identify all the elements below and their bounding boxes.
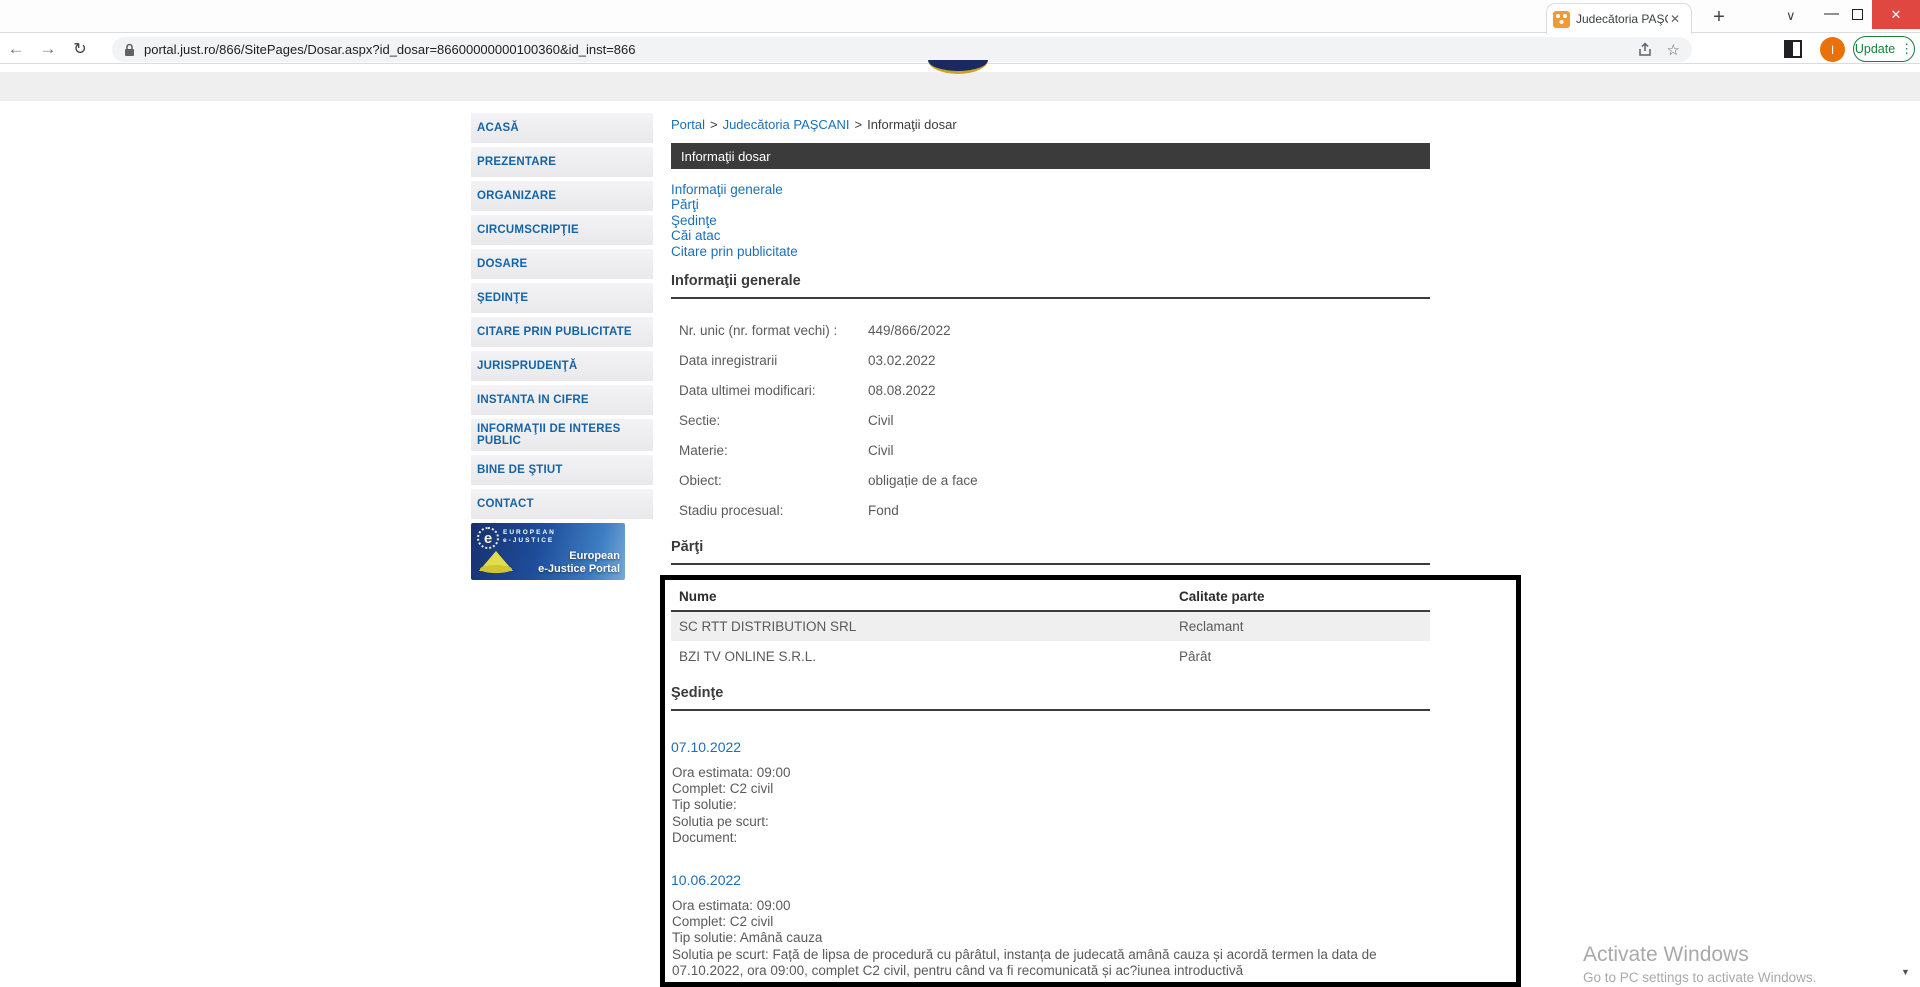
main-content: Portal>Judecătoria PAŞCANI>Informaţii do… (671, 117, 1430, 979)
link-parti[interactable]: Părţi (671, 197, 699, 212)
activate-windows-watermark: Activate Windows Go to PC settings to ac… (1583, 943, 1816, 985)
sidebar-item-bine-de-stiut[interactable]: BINE DE ŞTIUT (471, 455, 653, 485)
field-row: Data ultimei modificari:08.08.2022 (671, 375, 1430, 405)
parties-table: Nume Calitate parte SC RTT DISTRIBUTION … (671, 585, 1430, 671)
field-value: Fond (868, 503, 899, 518)
sidebar-item-jurisprudenta[interactable]: JURISPRUDENŢĂ (471, 351, 653, 381)
sidebar-item-contact[interactable]: CONTACT (471, 489, 653, 519)
side-panel-icon[interactable] (1784, 40, 1802, 58)
column-header-calitate: Calitate parte (1171, 585, 1430, 611)
tab-search-chevron-icon[interactable]: ∨ (1786, 8, 1796, 24)
sidebar-item-citare[interactable]: CITARE PRIN PUBLICITATE (471, 317, 653, 347)
url-text[interactable]: portal.just.ro/866/SitePages/Dosar.aspx?… (144, 42, 1623, 57)
hearing-date-link[interactable]: 10.06.2022 (671, 872, 1430, 888)
browser-tab[interactable]: Judecătoria PAŞCANI ✕ (1546, 3, 1692, 34)
field-row: Stadiu procesual:Fond (671, 495, 1430, 525)
tab-strip: Judecătoria PAŞCANI ✕ + ∨ — ✕ (0, 0, 1920, 33)
field-value: 08.08.2022 (868, 383, 936, 398)
ejustice-portal-banner[interactable]: e EUROPEAN e-JUSTICE European e-Justice … (471, 523, 625, 580)
link-sedinte[interactable]: Şedinţe (671, 213, 717, 228)
window-maximize-button[interactable] (1852, 9, 1863, 20)
breadcrumb-court-link[interactable]: Judecătoria PAŞCANI (723, 117, 850, 132)
field-row: Materie:Civil (671, 435, 1430, 465)
section-heading-sedinte: Şedinţe (671, 685, 1430, 711)
party-name: SC RTT DISTRIBUTION SRL (671, 611, 1171, 641)
update-label: Update (1855, 42, 1895, 56)
party-role: Pârât (1171, 641, 1430, 671)
ejustice-e-logo-icon: e (477, 527, 499, 549)
field-value: 449/866/2022 (868, 323, 951, 338)
address-bar[interactable]: portal.just.ro/866/SitePages/Dosar.aspx?… (112, 37, 1692, 62)
new-tab-button[interactable]: + (1706, 6, 1732, 29)
sidebar-item-organizare[interactable]: ORGANIZARE (471, 181, 653, 211)
section-heading-general: Informaţii generale (671, 273, 1430, 299)
site-favicon-icon (1553, 11, 1570, 28)
field-row: Nr. unic (nr. format vechi) :449/866/202… (671, 315, 1430, 345)
page-title-banner: Informaţii dosar (671, 143, 1430, 169)
window-close-button[interactable]: ✕ (1872, 0, 1920, 29)
hearing-details: Ora estimata: 09:00 Complet: C2 civil Ti… (671, 898, 1430, 979)
tab-title: Judecătoria PAŞCANI (1576, 12, 1668, 26)
field-value: obligație de a face (868, 473, 978, 488)
update-button[interactable]: Update ⋮ (1853, 36, 1915, 62)
sidebar-nav: ACASĂ PREZENTARE ORGANIZARE CIRCUMSCRIPŢ… (471, 113, 653, 580)
section-heading-parti: Părţi (671, 539, 1430, 565)
sidebar-item-prezentare[interactable]: PREZENTARE (471, 147, 653, 177)
site-header-band (0, 72, 1920, 101)
breadcrumb-portal-link[interactable]: Portal (671, 117, 705, 132)
sidebar-item-sedinte[interactable]: ŞEDINŢE (471, 283, 653, 313)
general-info-fields: Nr. unic (nr. format vechi) :449/866/202… (671, 315, 1430, 525)
share-icon[interactable] (1637, 42, 1653, 58)
party-name: BZI TV ONLINE S.R.L. (671, 641, 1171, 671)
hearing-date-link[interactable]: 07.10.2022 (671, 739, 1430, 755)
lock-icon (124, 43, 135, 57)
page-viewport: ACASĂ PREZENTARE ORGANIZARE CIRCUMSCRIPŢ… (0, 64, 1920, 987)
sidebar-item-instanta-in-cifre[interactable]: INSTANTA IN CIFRE (471, 385, 653, 415)
sidebar-item-acasa[interactable]: ACASĂ (471, 113, 653, 143)
hearing-details: Ora estimata: 09:00 Complet: C2 civil Ti… (671, 765, 1430, 846)
link-cai-atac[interactable]: Căi atac (671, 228, 721, 243)
table-row: BZI TV ONLINE S.R.L. Pârât (671, 641, 1430, 671)
link-informatii-generale[interactable]: Informaţii generale (671, 182, 783, 197)
field-value: 03.02.2022 (868, 353, 936, 368)
scroll-down-arrow-icon[interactable]: ▼ (1901, 967, 1910, 977)
window-minimize-button[interactable]: — (1824, 5, 1839, 22)
breadcrumb-current: Informaţii dosar (867, 117, 957, 132)
field-row: Obiect:obligație de a face (671, 465, 1430, 495)
breadcrumb: Portal>Judecătoria PAŞCANI>Informaţii do… (671, 117, 1430, 132)
table-row: SC RTT DISTRIBUTION SRL Reclamant (671, 611, 1430, 641)
sidebar-item-informatii-interes-public[interactable]: INFORMAŢII DE INTERES PUBLIC (471, 419, 653, 451)
menu-dots-icon[interactable]: ⋮ (1900, 41, 1913, 57)
field-row: Sectie:Civil (671, 405, 1430, 435)
ejustice-caption: European e-Justice Portal (538, 550, 620, 576)
sidebar-item-circumscriptie[interactable]: CIRCUMSCRIPŢIE (471, 215, 653, 245)
column-header-nume: Nume (671, 585, 1171, 611)
justice-scales-icon (479, 551, 513, 571)
profile-avatar[interactable]: I (1820, 37, 1845, 62)
field-value: Civil (868, 443, 894, 458)
ejustice-brand-text: EUROPEAN e-JUSTICE (503, 529, 556, 545)
bookmark-star-icon[interactable]: ☆ (1667, 41, 1680, 59)
field-row: Data inregistrarii03.02.2022 (671, 345, 1430, 375)
link-citare-publicitate[interactable]: Citare prin publicitate (671, 244, 798, 259)
tab-close-icon[interactable]: ✕ (1670, 12, 1680, 26)
quick-links: Informaţii generale Părţi Şedinţe Căi at… (671, 182, 1430, 259)
reload-button[interactable]: ↻ (64, 39, 96, 59)
back-button[interactable]: ← (0, 39, 32, 59)
sidebar-item-dosare[interactable]: DOSARE (471, 249, 653, 279)
party-role: Reclamant (1171, 611, 1430, 641)
field-value: Civil (868, 413, 894, 428)
forward-button[interactable]: → (32, 39, 64, 59)
